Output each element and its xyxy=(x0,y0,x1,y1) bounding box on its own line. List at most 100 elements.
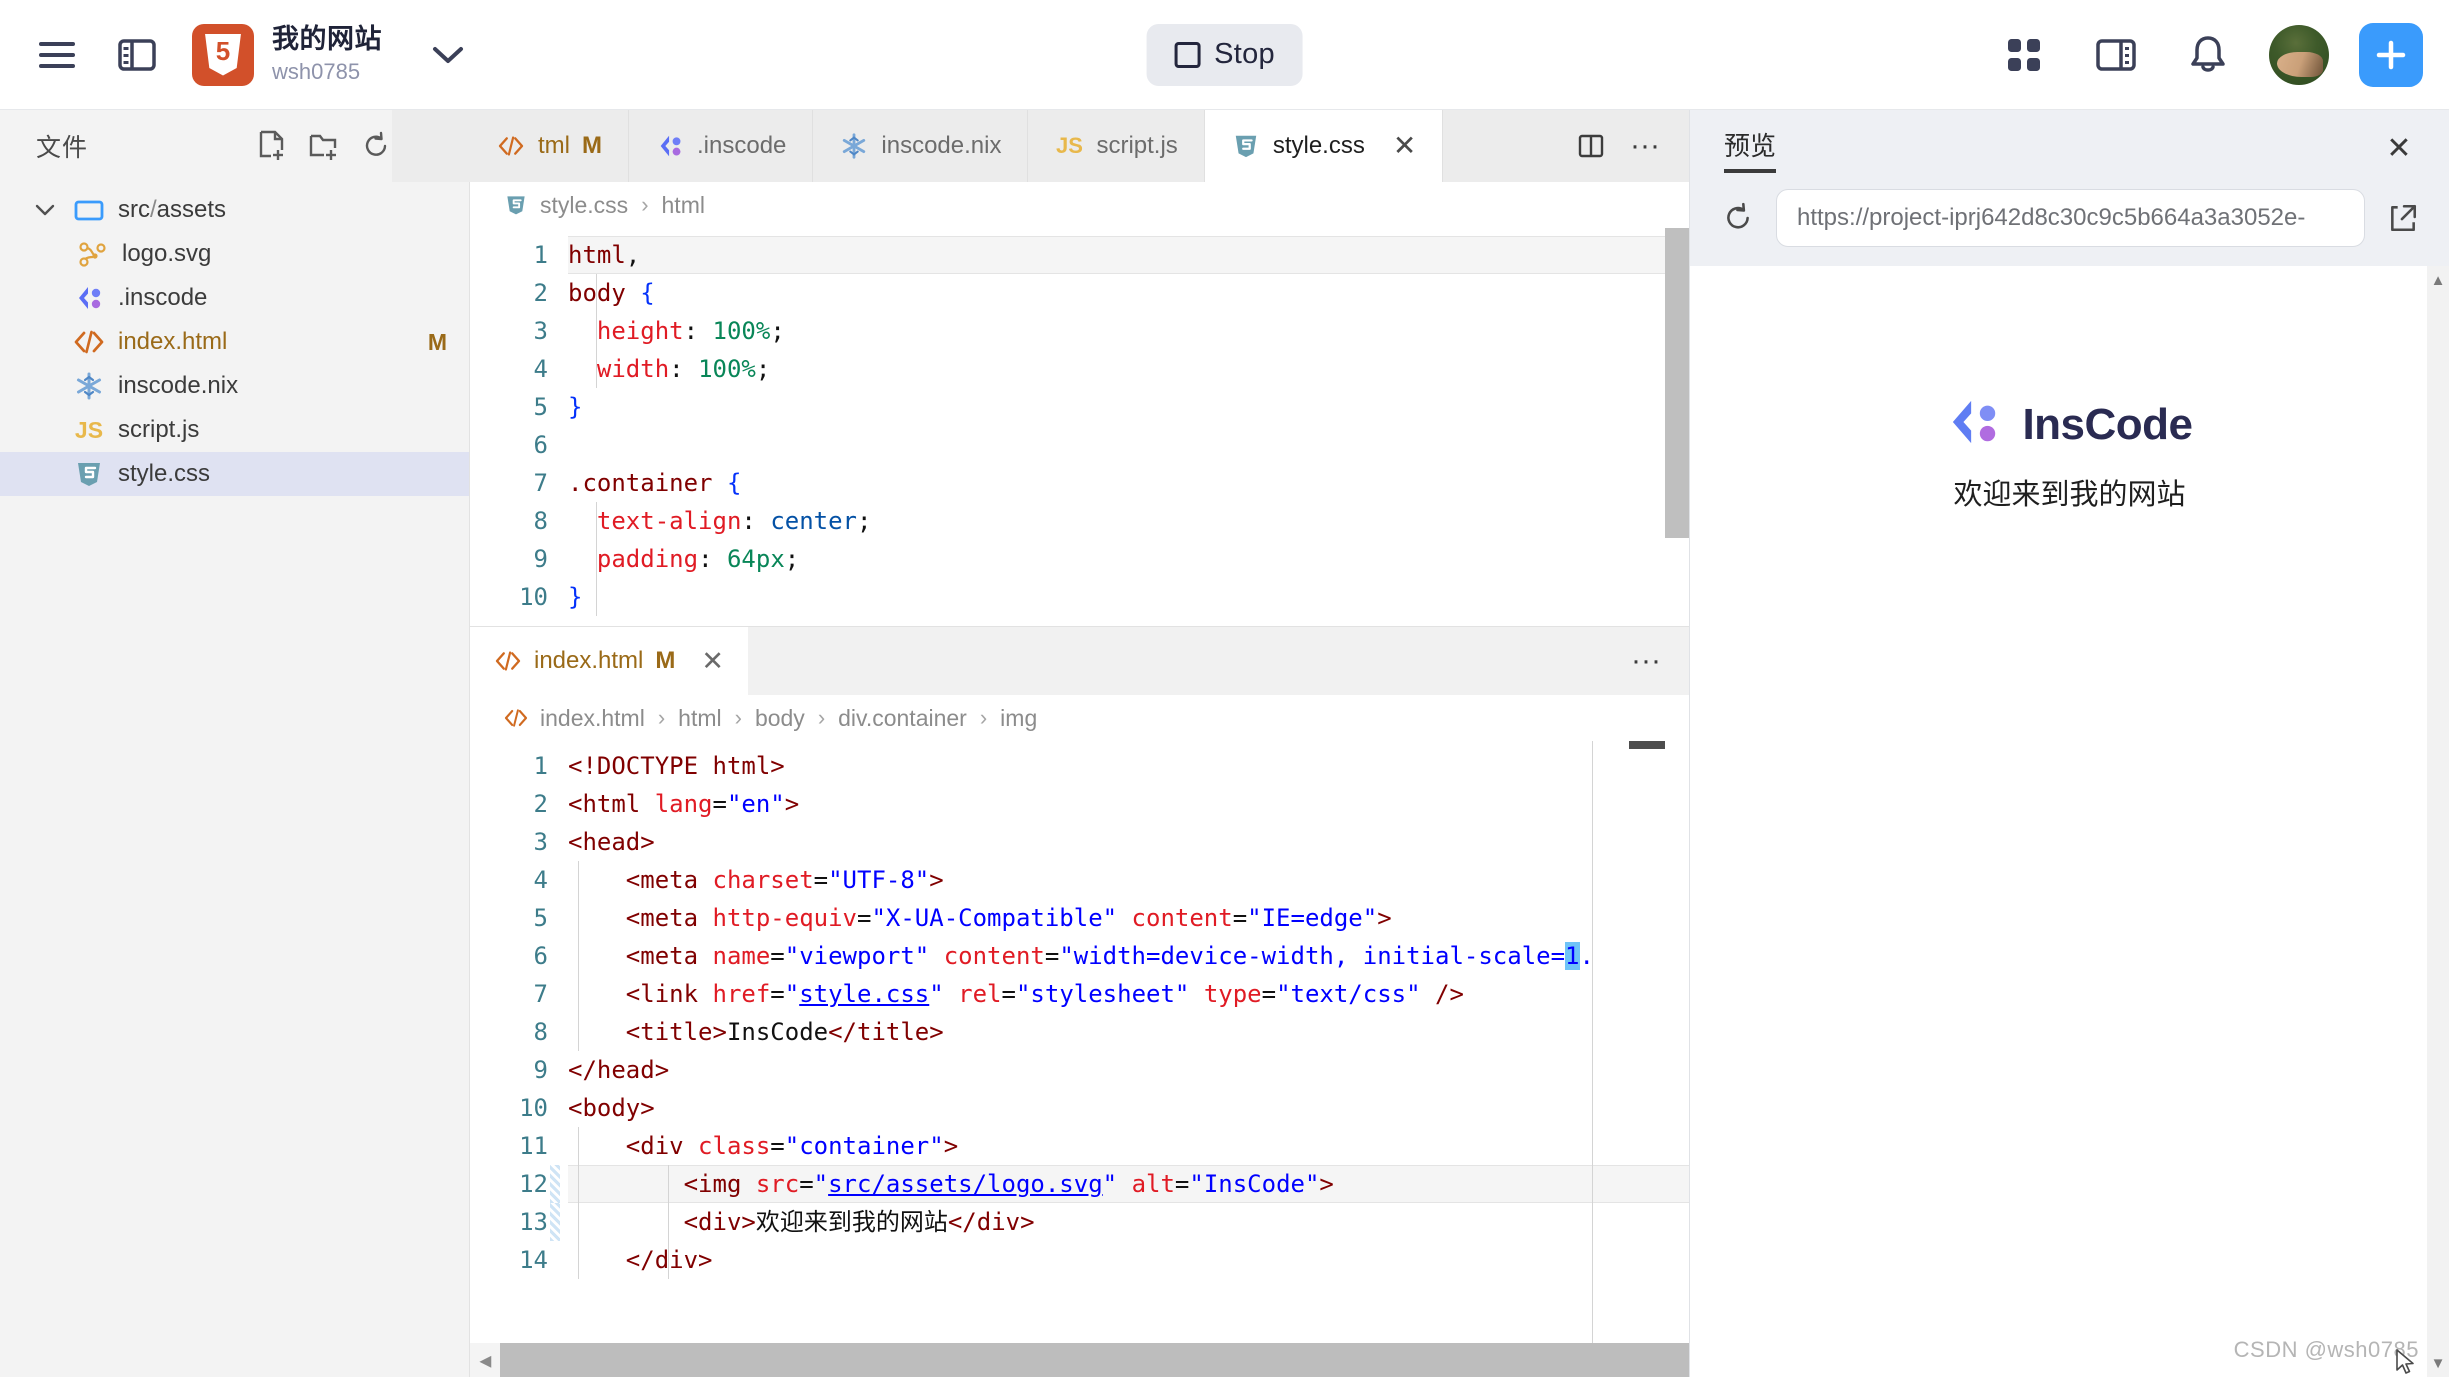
close-tab-icon[interactable]: ✕ xyxy=(1393,132,1416,160)
css-code-lines[interactable]: html, body { height: 100%; width: 100%; … xyxy=(568,236,1689,616)
code-line: body { xyxy=(568,279,655,307)
new-file-icon[interactable] xyxy=(251,125,293,167)
preview-url-input[interactable]: https://project-iprj642d8c30c9c5b664a3a3… xyxy=(1776,189,2365,247)
editor-tab-style-css[interactable]: style.css ✕ xyxy=(1204,110,1444,182)
css-line-numbers: 1 2 3 4 5 6 7 8 9 10 xyxy=(470,236,568,616)
scrollbar-thumb[interactable] xyxy=(500,1343,1689,1377)
breadcrumb-segment[interactable]: img xyxy=(1000,705,1037,732)
code-line: <title>InsCode</title> xyxy=(625,1018,944,1046)
breadcrumb-segment[interactable]: html xyxy=(662,192,705,219)
editor-tab-label: script.js xyxy=(1096,132,1178,159)
preview-scrollbar[interactable]: ▲ ▼ xyxy=(2427,266,2449,1377)
html-icon xyxy=(502,708,530,728)
editor-tab-inscode[interactable]: .inscode xyxy=(629,110,814,182)
code-line: <img src="src/assets/logo.svg" alt="InsC… xyxy=(568,1165,1689,1203)
breadcrumb-separator: › xyxy=(979,705,988,730)
app-root: 我的网站 wsh0785 Stop xyxy=(0,0,2449,1377)
html-icon xyxy=(494,650,522,672)
grid-apps-icon xyxy=(2008,38,2040,71)
avatar[interactable] xyxy=(2269,24,2329,85)
apps-grid-button[interactable] xyxy=(1993,24,2055,86)
code-line: <body> xyxy=(568,1094,655,1122)
css-code-area[interactable]: 1 2 3 4 5 6 7 8 9 10 html, {height: 100… xyxy=(470,228,1689,616)
editor-tab-index-html[interactable]: tml M xyxy=(392,110,629,182)
preview-iframe[interactable]: InsCode 欢迎来到我的网站 ▲ ▼ xyxy=(1690,266,2449,1377)
scroll-down-icon[interactable]: ▼ xyxy=(2427,1351,2449,1375)
preview-url-bar: https://project-iprj642d8c30c9c5b664a3a3… xyxy=(1690,180,2449,256)
code-line: .container { xyxy=(568,469,742,497)
breadcrumb-segment[interactable]: style.css xyxy=(540,192,628,219)
file-tree-item-style-css[interactable]: style.css xyxy=(0,452,469,496)
file-tree-item-inscode-nix[interactable]: inscode.nix xyxy=(0,364,469,408)
inscode-icon xyxy=(72,283,106,313)
project-name: 我的网站 xyxy=(272,24,382,55)
refresh-icon[interactable] xyxy=(1718,198,1758,238)
file-tree-item-index-html[interactable]: index.html M xyxy=(0,320,469,364)
editor-tab-inscode-nix[interactable]: inscode.nix xyxy=(813,110,1029,182)
add-new-button[interactable] xyxy=(2359,22,2423,87)
breadcrumb-segment[interactable]: index.html xyxy=(540,705,645,732)
editor-subtab-index-html[interactable]: index.html M ✕ xyxy=(470,627,749,695)
project-info: 我的网站 wsh0785 xyxy=(272,24,382,84)
file-tree-item-label: logo.svg xyxy=(122,240,212,267)
editor-tab-bar: tml M .inscode inscode.nix JS script.js … xyxy=(392,110,1689,182)
file-tree-item-label2: assets xyxy=(156,196,227,223)
code-line: <meta http-equiv="X-UA-Compatible" conte… xyxy=(625,904,1392,932)
stop-square-icon xyxy=(1174,41,1201,68)
line-number: 5 xyxy=(533,393,548,421)
breadcrumb-segment[interactable]: body xyxy=(755,705,805,732)
code-line: } xyxy=(568,393,583,421)
more-actions-icon[interactable]: ··· xyxy=(1623,124,1667,168)
line-number: 11 xyxy=(519,1132,548,1160)
scroll-left-icon[interactable]: ◀ xyxy=(470,1348,500,1372)
line-number: 12 xyxy=(470,1165,560,1203)
css-editor-scrollbar[interactable] xyxy=(1665,228,1689,626)
folder-icon xyxy=(72,197,106,223)
line-number: 3 xyxy=(533,828,548,856)
inscode-icon xyxy=(655,132,685,160)
css-editor-pane: style.css › html 1 2 3 4 5 6 7 8 9 10 ht… xyxy=(470,182,1689,627)
project-dropdown-button[interactable] xyxy=(426,33,470,77)
breadcrumb-separator: › xyxy=(657,705,666,730)
preview-header: 预览 ✕ xyxy=(1690,110,2449,180)
project-switcher[interactable]: 我的网站 wsh0785 xyxy=(192,23,470,86)
line-number: 1 xyxy=(533,241,548,269)
refresh-icon[interactable] xyxy=(355,125,397,167)
toggle-panel-button[interactable] xyxy=(2085,24,2147,86)
editor-subtab-label: index.html xyxy=(534,647,644,674)
line-number: 6 xyxy=(533,431,548,459)
line-number: 8 xyxy=(533,1018,548,1046)
code-line: <meta charset="UTF-8"> xyxy=(625,866,944,894)
breadcrumb-segment[interactable]: div.container xyxy=(838,705,967,732)
open-external-icon[interactable] xyxy=(2383,198,2423,238)
breadcrumb-segment[interactable]: html xyxy=(678,705,721,732)
file-tree-item-inscode[interactable]: .inscode xyxy=(0,276,469,320)
modified-badge: M xyxy=(582,132,602,159)
html-code-lines[interactable]: <!DOCTYPE html> <html lang="en"> <head> … xyxy=(568,747,1689,1377)
toggle-sidebar-button[interactable] xyxy=(106,24,168,86)
new-folder-icon[interactable] xyxy=(303,125,345,167)
editor-tab-script-js[interactable]: JS script.js xyxy=(1028,110,1205,182)
scrollbar-thumb[interactable] xyxy=(1665,228,1689,538)
file-tree-item-src-assets[interactable]: src/assets xyxy=(0,188,469,232)
file-tree-item-label: inscode.nix xyxy=(118,372,239,399)
notifications-button[interactable] xyxy=(2177,24,2239,86)
more-actions-icon[interactable]: ··· xyxy=(1631,646,1661,676)
stop-button[interactable]: Stop xyxy=(1146,23,1303,86)
html-horizontal-scrollbar[interactable]: ◀ xyxy=(470,1343,1689,1377)
js-icon: JS xyxy=(1056,133,1083,158)
editor-tab-label: tml xyxy=(538,132,570,159)
main-body: 文件 src/assets logo.svg .inscode index.ht… xyxy=(0,110,2449,1377)
file-tree-item-script-js[interactable]: JS script.js xyxy=(0,408,469,452)
html-breadcrumb[interactable]: index.html › html › body › div.container… xyxy=(470,695,1689,741)
split-editor-icon[interactable] xyxy=(1569,124,1613,168)
file-tree-item-logo-svg[interactable]: logo.svg xyxy=(0,232,469,276)
html-code-area[interactable]: 1 2 3 4 5 6 7 8 9 10 11 12 13 14 <!DOCTY… xyxy=(470,741,1689,1377)
line-number: 2 xyxy=(533,279,548,307)
preview-welcome-text: 欢迎来到我的网站 xyxy=(1953,479,2186,511)
close-tab-icon[interactable]: ✕ xyxy=(701,646,724,677)
close-icon[interactable]: ✕ xyxy=(2377,126,2421,170)
scroll-up-icon[interactable]: ▲ xyxy=(2427,268,2449,292)
hamburger-menu-button[interactable] xyxy=(26,24,88,86)
css-breadcrumb[interactable]: style.css › html xyxy=(470,182,1689,228)
